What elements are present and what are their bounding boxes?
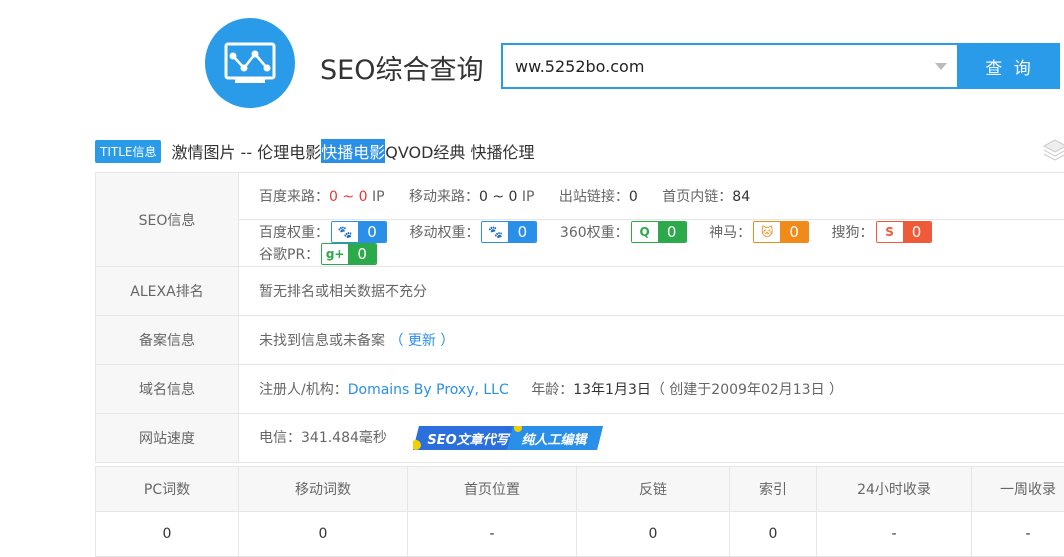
seo-weights-row: 百度权重：🐾0 移动权重：🐾0 360权重：Q0 神马：🐱0 搜狗：S0 谷歌P… bbox=[239, 220, 1064, 267]
weight-baidu[interactable]: 百度权重：🐾0 bbox=[259, 221, 387, 243]
mobile-traffic: 移动来路：0 ~ 0 IP bbox=[409, 189, 534, 205]
stat-header: 索引 bbox=[730, 467, 817, 512]
stat-value: 0 bbox=[239, 512, 408, 557]
stat-header: 反链 bbox=[577, 467, 730, 512]
stats-value-row: 0 0 - 0 0 - - bbox=[96, 512, 1064, 557]
banner-right-text: 纯人工编辑 bbox=[521, 429, 586, 448]
seo-writing-banner[interactable]: SEO文章代写 纯人工编辑 bbox=[413, 426, 603, 450]
seo-info-label: SEO信息 bbox=[96, 173, 239, 267]
beian-label: 备案信息 bbox=[96, 316, 239, 365]
dropdown-caret-icon[interactable] bbox=[935, 63, 947, 70]
beian-value: 未找到信息或未备案 bbox=[259, 333, 385, 349]
speed-row: 电信：341.484毫秒 SEO文章代写 纯人工编辑 bbox=[239, 414, 1064, 463]
search-button[interactable]: 查 询 bbox=[959, 43, 1060, 89]
domain-search-input[interactable] bbox=[503, 45, 903, 87]
seo-info-table: SEO信息 百度来路：0 ~ 0 IP 移动来路：0 ~ 0 IP 出站链接：0… bbox=[95, 172, 1064, 463]
stat-value: - bbox=[817, 512, 972, 557]
stat-value: 0 bbox=[577, 512, 730, 557]
search-box[interactable] bbox=[501, 43, 959, 89]
beian-update-link[interactable]: （ 更新 ） bbox=[389, 333, 454, 349]
weight-google-pr[interactable]: 谷歌PR：g+0 bbox=[259, 243, 377, 265]
chart-monitor-icon bbox=[205, 18, 295, 108]
internal-links: 首页内链：84 bbox=[662, 189, 750, 205]
registrant-label: 注册人/机构： bbox=[259, 382, 348, 398]
paw-icon: 🐾 bbox=[332, 222, 358, 242]
weight-mobile[interactable]: 移动权重：🐾0 bbox=[409, 221, 537, 243]
title-text-before: 激情图片 -- 伦理电影 bbox=[171, 139, 321, 163]
360-icon: Q bbox=[632, 222, 658, 242]
stat-header: 24小时收录 bbox=[817, 467, 972, 512]
sogou-icon: S bbox=[877, 222, 903, 242]
weight-360[interactable]: 360权重：Q0 bbox=[560, 221, 687, 243]
seo-traffic-row: 百度来路：0 ~ 0 IP 移动来路：0 ~ 0 IP 出站链接：0 首页内链：… bbox=[239, 173, 1064, 220]
title-text-after: QVOD经典 快播伦理 bbox=[385, 139, 534, 163]
google-plus-icon: g+ bbox=[322, 244, 348, 264]
domain-label: 域名信息 bbox=[96, 365, 239, 414]
title-info-badge: TITLE信息 bbox=[95, 140, 161, 163]
alexa-value: 暂无排名或相关数据不充分 bbox=[239, 267, 1064, 316]
stat-header: 一周收录 bbox=[972, 467, 1064, 512]
age-label: 年龄： bbox=[531, 382, 573, 398]
registrant-link[interactable]: Domains By Proxy, LLC bbox=[348, 382, 509, 398]
weight-sogou[interactable]: 搜狗：S0 bbox=[832, 221, 932, 243]
title-info-row: TITLE信息 激情图片 -- 伦理电影 快播电影 QVOD经典 快播伦理 bbox=[95, 138, 534, 164]
stat-value: 0 bbox=[730, 512, 817, 557]
speed-value: 电信：341.484毫秒 bbox=[259, 430, 387, 446]
outbound-links: 出站链接：0 bbox=[559, 189, 638, 205]
created-note: （ 创建于2009年02月13日 ） bbox=[651, 382, 843, 398]
weight-shenma[interactable]: 神马：🐱0 bbox=[709, 221, 809, 243]
seo-logo bbox=[205, 18, 295, 108]
age-value: 13年1月3日 bbox=[573, 382, 651, 398]
stat-value: 0 bbox=[96, 512, 239, 557]
stat-value: - bbox=[972, 512, 1064, 557]
domain-row: 注册人/机构：Domains By Proxy, LLC 年龄：13年1月3日（… bbox=[239, 365, 1064, 414]
page-title: SEO综合查询 bbox=[320, 48, 483, 87]
stat-header: 首页位置 bbox=[408, 467, 577, 512]
stat-header: 移动词数 bbox=[239, 467, 408, 512]
beian-row: 未找到信息或未备案 （ 更新 ） bbox=[239, 316, 1064, 365]
title-text-highlight: 快播电影 bbox=[321, 139, 385, 163]
layers-icon[interactable] bbox=[1042, 138, 1064, 162]
alexa-label: ALEXA排名 bbox=[96, 267, 239, 316]
shenma-icon: 🐱 bbox=[754, 222, 780, 242]
stat-header: PC词数 bbox=[96, 467, 239, 512]
speed-label: 网站速度 bbox=[96, 414, 239, 463]
stats-header-row: PC词数 移动词数 首页位置 反链 索引 24小时收录 一周收录 bbox=[96, 467, 1064, 512]
banner-left-text: SEO文章代写 bbox=[427, 429, 508, 448]
paw-icon: 🐾 bbox=[482, 222, 508, 242]
baidu-traffic: 百度来路：0 ~ 0 IP bbox=[259, 189, 385, 205]
stat-value: - bbox=[408, 512, 577, 557]
keyword-stats-table: PC词数 移动词数 首页位置 反链 索引 24小时收录 一周收录 0 0 - 0… bbox=[95, 466, 1064, 557]
